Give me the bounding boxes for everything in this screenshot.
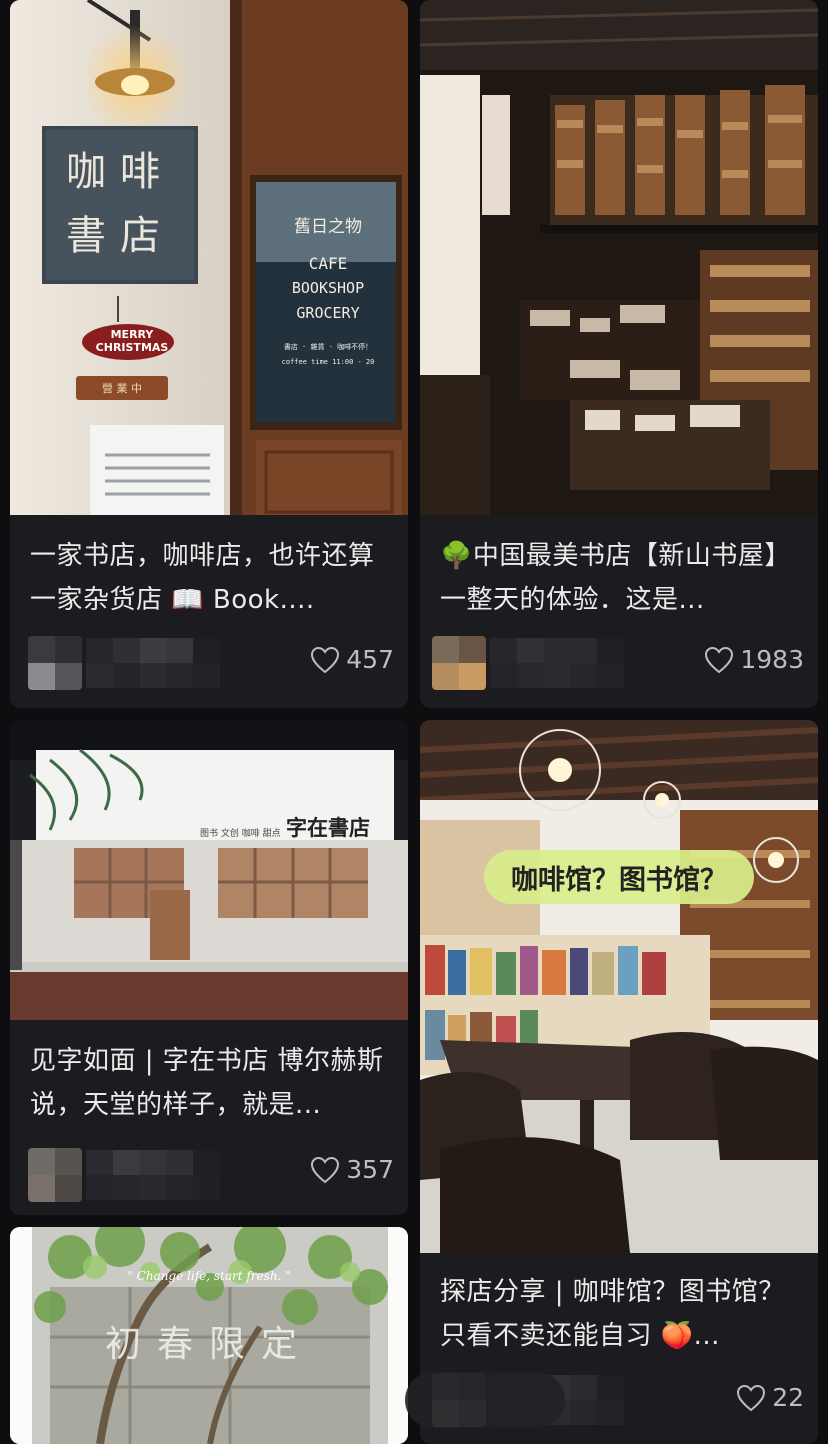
image-caption: 初春限定 <box>104 1324 313 1365</box>
like-button[interactable]: 22 <box>736 1383 804 1412</box>
floating-blurred-bar <box>405 1372 565 1428</box>
post-title[interactable]: 见字如面 | 字在书店 博尔赫斯说，天堂的样子，就是... <box>30 1039 394 1127</box>
like-count: 1983 <box>740 645 804 674</box>
avatar[interactable] <box>28 636 82 690</box>
post-title[interactable]: 一家书店，咖啡店，也许还算一家杂货店 📖 Book.... <box>30 534 394 622</box>
author-info[interactable] <box>28 1148 220 1202</box>
post-card[interactable]: 咖啡馆？图书馆？ 探店分享 | 咖啡馆？图书馆？只看不卖还能自习 🍑... 22 <box>420 720 818 1444</box>
post-card[interactable]: 咖啡 書店 舊日之物 CAFE BOOKSHOP GROCERY 書店 · 雜貨… <box>10 0 408 708</box>
post-card[interactable]: 字在書店 图书 文创 咖啡 甜点 见字如面 | 字在书店 博尔赫斯说，天堂的样子… <box>10 720 408 1215</box>
post-image[interactable]: 字在書店 图书 文创 咖啡 甜点 <box>10 720 408 1020</box>
avatar[interactable] <box>28 1148 82 1202</box>
like-count: 22 <box>772 1383 804 1412</box>
post-card[interactable]: " Change life, start fresh. " 初春限定 <box>10 1227 408 1444</box>
post-image[interactable]: 咖啡馆？图书馆？ <box>420 720 818 1253</box>
image-quote: " Change life, start fresh. " <box>127 1269 291 1283</box>
author-info[interactable] <box>28 636 220 690</box>
heart-icon <box>311 1156 340 1183</box>
store-sign-sub: 图书 文创 咖啡 甜点 <box>200 829 281 839</box>
post-title[interactable]: 探店分享 | 咖啡馆？图书馆？只看不卖还能自习 🍑... <box>440 1270 804 1358</box>
waterfall-feed: 咖啡 書店 舊日之物 CAFE BOOKSHOP GROCERY 書店 · 雜貨… <box>0 0 828 1444</box>
like-button[interactable]: 457 <box>310 645 394 674</box>
post-image[interactable]: 咖啡 書店 舊日之物 CAFE BOOKSHOP GROCERY 書店 · 雜貨… <box>10 0 408 515</box>
author-name-blurred <box>490 638 624 688</box>
post-image[interactable] <box>420 0 818 515</box>
author-name-blurred <box>86 638 220 688</box>
like-count: 357 <box>346 1155 394 1184</box>
open-sign: 營 業 中 <box>102 382 142 395</box>
heart-icon <box>311 646 340 673</box>
post-image[interactable]: " Change life, start fresh. " 初春限定 <box>10 1227 408 1444</box>
author-info[interactable] <box>432 636 624 690</box>
heart-icon <box>737 1384 766 1411</box>
like-count: 457 <box>346 645 394 674</box>
heart-icon <box>705 646 734 673</box>
store-sign-main: 字在書店 <box>286 815 370 840</box>
post-card[interactable]: 🌳中国最美书店【新山书屋】一整天的体验．这是... 1983 <box>420 0 818 708</box>
sign-text: 咖啡 書店 <box>66 149 174 259</box>
like-button[interactable]: 1983 <box>704 645 804 674</box>
post-title[interactable]: 🌳中国最美书店【新山书屋】一整天的体验．这是... <box>440 534 804 622</box>
author-name-blurred <box>86 1150 220 1200</box>
avatar[interactable] <box>432 636 486 690</box>
image-overlay-text: 咖啡馆？图书馆？ <box>511 865 727 896</box>
door-text: 舊日之物 CAFE BOOKSHOP GROCERY 書店 · 雜貨 · 咖啡不… <box>281 217 375 366</box>
like-button[interactable]: 357 <box>310 1155 394 1184</box>
christmas-badge: MERRY CHRISTMAS <box>95 328 169 354</box>
